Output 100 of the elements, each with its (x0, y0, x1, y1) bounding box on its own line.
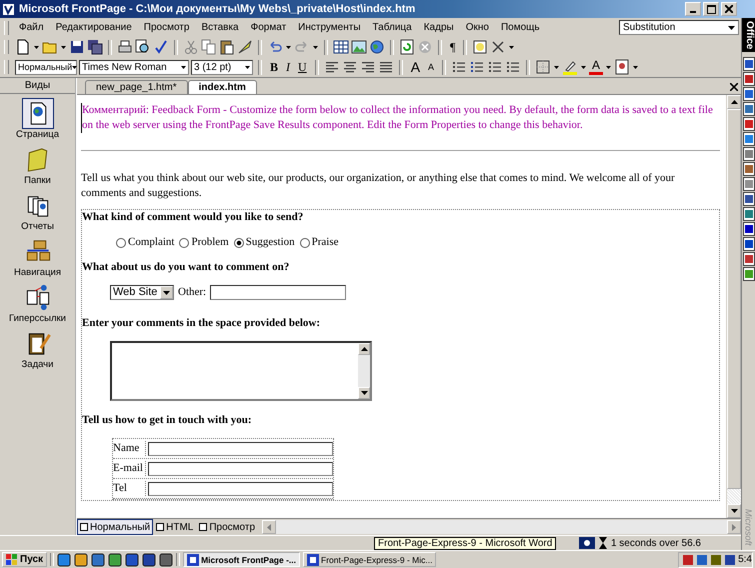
quick-launch-icon[interactable] (74, 552, 88, 566)
decrease-indent-icon[interactable] (487, 59, 504, 75)
caret-icon[interactable] (34, 46, 39, 48)
align-left-icon[interactable] (324, 59, 340, 75)
app-shortcut-icon[interactable] (742, 207, 754, 222)
grow-font-button[interactable]: A (408, 59, 424, 75)
menu-item[interactable]: Вставка (195, 22, 245, 33)
view-mode-tab[interactable]: Нормальный (77, 519, 154, 535)
app-shortcut-icon[interactable] (742, 267, 754, 282)
magnifier-icon[interactable] (135, 39, 151, 55)
caret-icon[interactable] (509, 46, 514, 48)
quick-launch-icon[interactable] (108, 552, 122, 566)
menu-item[interactable]: Просмотр (138, 22, 196, 33)
page-icon[interactable] (15, 39, 31, 55)
highlighter-icon[interactable] (562, 59, 578, 75)
show-formatting-button[interactable]: ¶ (447, 39, 458, 55)
view-mode-tab[interactable]: HTML (153, 519, 196, 535)
document-tab[interactable]: index.htm (188, 80, 257, 94)
style-dropdown[interactable]: Нормальный (15, 60, 77, 74)
printer-icon[interactable] (117, 39, 133, 55)
clipboard-icon[interactable] (219, 39, 235, 55)
quick-launch-icon[interactable] (125, 552, 140, 566)
other-input-field[interactable] (210, 285, 346, 300)
disks-icon[interactable] (87, 39, 103, 55)
tray-icon[interactable] (710, 554, 722, 566)
font-dropdown[interactable]: Times New Roman (79, 60, 189, 74)
menu-item[interactable]: Формат (244, 22, 292, 33)
increase-indent-icon[interactable] (505, 59, 522, 75)
refresh-icon[interactable] (399, 39, 415, 55)
globe-icon[interactable] (369, 39, 385, 55)
horizontal-scrollbar[interactable] (262, 520, 741, 534)
scroll-up-icon[interactable] (730, 100, 738, 104)
caret-icon[interactable] (286, 46, 291, 48)
cross-icon[interactable] (490, 39, 506, 55)
quick-launch-icon[interactable] (91, 552, 106, 566)
app-shortcut-icon[interactable] (742, 102, 754, 116)
view-item[interactable]: Страница (16, 98, 60, 140)
font-size-dropdown[interactable]: 3 (12 pt) (191, 60, 253, 74)
scissors-icon[interactable] (183, 39, 199, 55)
app-shortcut-icon[interactable] (742, 222, 754, 236)
menu-item[interactable]: Файл (13, 22, 50, 33)
maximize-button[interactable] (703, 2, 719, 16)
caret-icon[interactable] (554, 66, 560, 68)
app-shortcut-icon[interactable] (742, 117, 754, 132)
copy-icon[interactable] (201, 39, 217, 55)
quick-launch-icon[interactable] (159, 552, 174, 566)
radio-option[interactable]: Praise (300, 235, 339, 250)
contact-input-field[interactable] (148, 442, 333, 456)
scroll-right-icon[interactable] (732, 524, 736, 530)
app-shortcut-icon[interactable] (742, 132, 754, 146)
scroll-left-icon[interactable] (267, 524, 272, 530)
view-item[interactable]: Гиперссылки (9, 282, 66, 324)
minimize-button[interactable] (685, 2, 701, 16)
font-color-button[interactable]: A (589, 59, 604, 75)
scroll-down-icon[interactable] (360, 391, 368, 395)
view-mode-tab[interactable]: Просмотр (196, 519, 258, 535)
close-button[interactable] (721, 2, 737, 16)
quick-launch-icon[interactable] (57, 552, 72, 566)
taskbar-button[interactable]: Front-Page-Express-9 - Mic... (303, 552, 436, 567)
view-item[interactable]: Папки (22, 144, 54, 186)
picture-icon[interactable] (351, 39, 367, 55)
start-button[interactable]: Пуск (2, 552, 48, 567)
bold-button[interactable]: B (267, 59, 282, 75)
app-shortcut-icon[interactable] (742, 147, 754, 162)
document-tab[interactable]: new_page_1.htm* (85, 80, 188, 94)
numbered-list-icon[interactable] (451, 59, 468, 75)
shrink-font-button[interactable]: A (425, 59, 438, 75)
tray-icon[interactable] (724, 554, 736, 566)
menu-item[interactable]: Редактирование (50, 22, 138, 33)
view-item[interactable]: Навигация (14, 236, 61, 278)
menu-item[interactable]: Таблица (366, 22, 418, 33)
caret-icon[interactable] (581, 66, 586, 68)
quick-launch-icon[interactable] (142, 552, 156, 566)
vertical-scrollbar[interactable] (726, 95, 741, 518)
align-center-icon[interactable] (342, 59, 358, 75)
app-shortcut-icon[interactable] (742, 162, 754, 176)
contact-input-field[interactable] (148, 462, 333, 476)
tray-icon[interactable] (682, 554, 694, 566)
caret-icon[interactable] (313, 46, 318, 48)
subject-dropdown[interactable]: Web Site (110, 285, 174, 300)
menu-item[interactable]: Кадры (418, 22, 460, 33)
page-globe-icon[interactable] (22, 98, 54, 129)
view-item[interactable]: Задачи (22, 328, 54, 370)
app-shortcut-icon[interactable] (742, 237, 754, 252)
app-shortcut-icon[interactable] (742, 192, 754, 206)
radio-option[interactable]: Suggestion (234, 235, 295, 250)
caret-icon[interactable] (633, 66, 638, 68)
caret-icon[interactable] (61, 46, 66, 48)
comments-field[interactable] (110, 341, 372, 401)
tray-icon[interactable] (696, 554, 708, 566)
scroll-up-icon[interactable] (360, 347, 368, 351)
radio-option[interactable]: Complaint (116, 235, 174, 250)
app-shortcut-icon[interactable] (742, 252, 754, 266)
brush-icon[interactable] (237, 39, 253, 55)
taskbar-button[interactable]: Microsoft FrontPage -... (183, 552, 300, 567)
close-button[interactable] (727, 80, 741, 94)
question-dropdown[interactable]: Substitution (619, 20, 739, 35)
bullet-list-icon[interactable] (469, 59, 486, 75)
app-shortcut-icon[interactable] (742, 87, 754, 102)
menu-item[interactable]: Помощь (494, 22, 546, 33)
